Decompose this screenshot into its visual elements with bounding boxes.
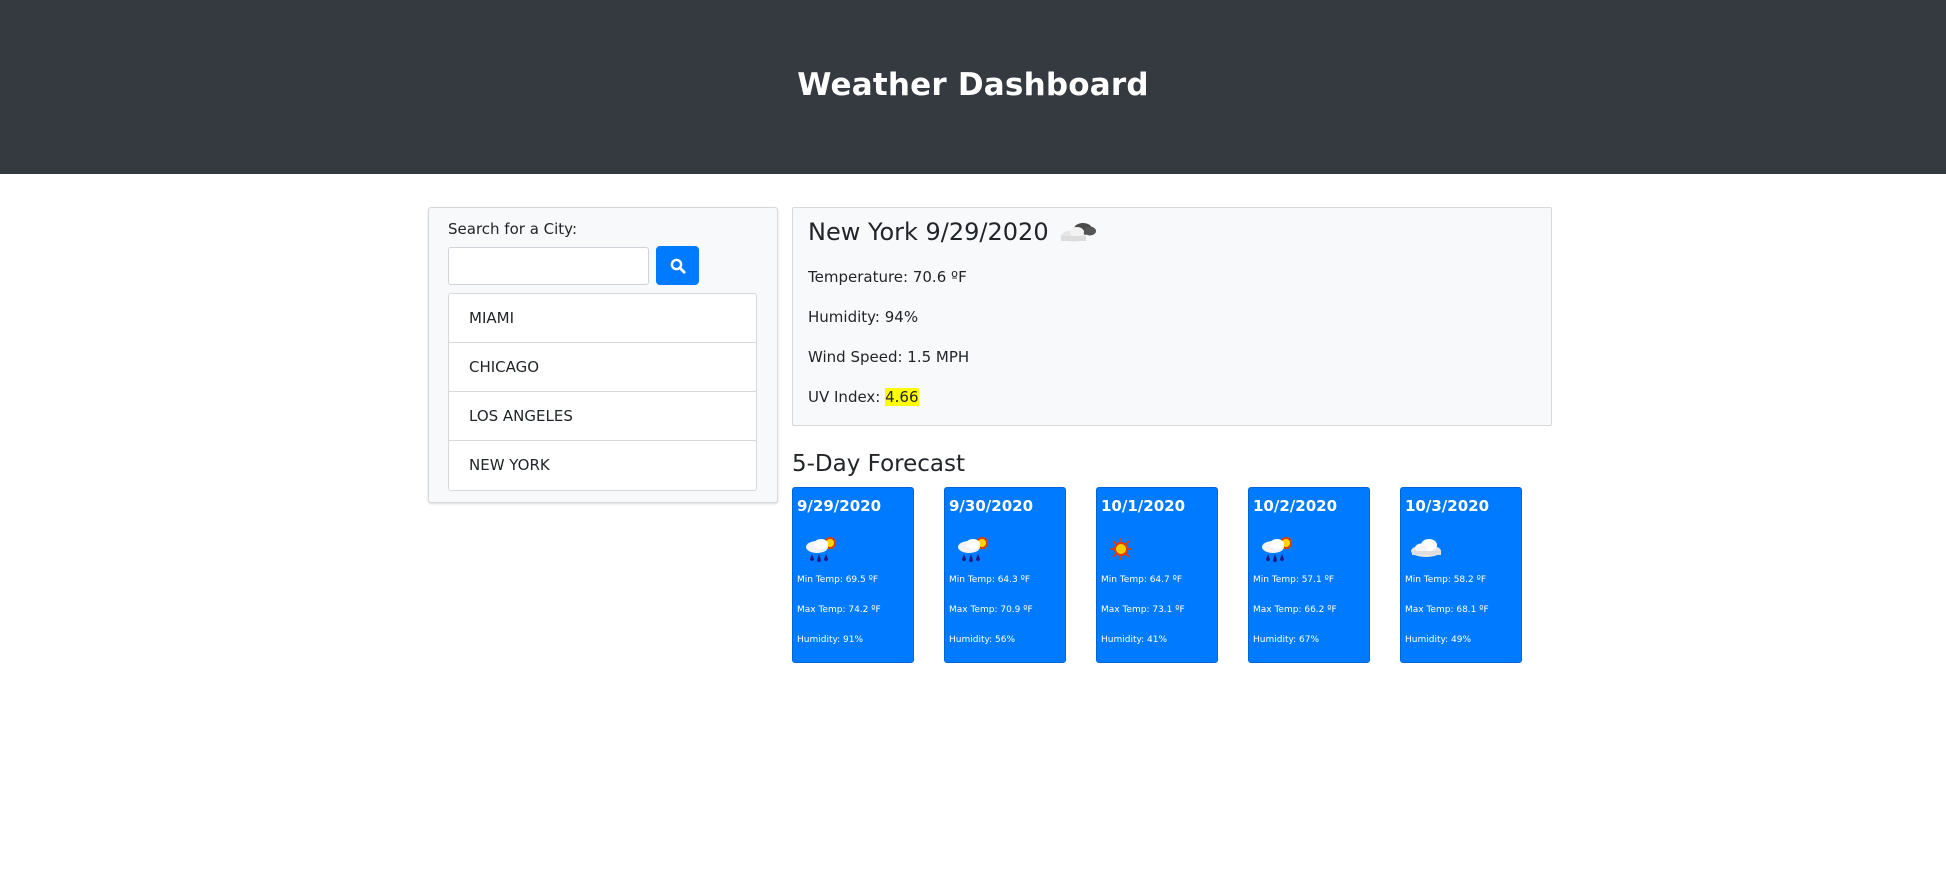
search-input[interactable] — [448, 247, 649, 285]
history-item-los-angeles[interactable]: LOS ANGELES — [449, 392, 756, 441]
forecast-date: 9/30/2020 — [949, 497, 1034, 515]
clouds-icon — [1057, 217, 1101, 247]
forecast-card: 10/1/2020 Min Temp: 64.7 ºF Max Temp: 73… — [1096, 487, 1218, 663]
rain-sun-icon — [801, 532, 841, 566]
page-header: Weather Dashboard — [0, 0, 1946, 174]
search-panel: Search for a City: MIAMI CHICAGO LOS ANG… — [428, 207, 778, 503]
search-label: Search for a City: — [448, 220, 578, 238]
forecast-card: 10/3/2020 Min Temp: 58.2 ºF Max Temp: 68… — [1400, 487, 1522, 663]
search-icon — [670, 258, 686, 274]
current-weather-heading: New York 9/29/2020 — [808, 217, 1101, 247]
forecast-humidity: Humidity: 67% — [1253, 635, 1320, 645]
history-item-new-york[interactable]: NEW YORK — [449, 441, 756, 490]
forecast-min-temp: Min Temp: 58.2 ºF — [1405, 575, 1487, 585]
forecast-max-temp: Max Temp: 68.1 ºF — [1405, 605, 1489, 615]
forecast-card: 10/2/2020 Min Temp: 57.1 ºF Max Temp: 66… — [1248, 487, 1370, 663]
current-uv-index: UV Index: 4.66 — [808, 388, 919, 406]
current-humidity: Humidity: 94% — [808, 308, 919, 326]
history-item-chicago[interactable]: CHICAGO — [449, 343, 756, 392]
forecast-humidity: Humidity: 41% — [1101, 635, 1168, 645]
page-title: Weather Dashboard — [797, 67, 1149, 103]
cloud-icon — [1409, 532, 1449, 566]
forecast-max-temp: Max Temp: 74.2 ºF — [797, 605, 881, 615]
forecast-humidity: Humidity: 56% — [949, 635, 1016, 645]
current-temperature: Temperature: 70.6 ºF — [808, 268, 967, 286]
forecast-card: 9/30/2020 Min Temp: 64.3 ºF Max Temp: 70… — [944, 487, 1066, 663]
forecast-date: 10/1/2020 — [1101, 497, 1186, 515]
uv-label: UV Index: — [808, 388, 886, 406]
rain-sun-icon — [953, 532, 993, 566]
forecast-max-temp: Max Temp: 73.1 ºF — [1101, 605, 1185, 615]
current-weather-panel: New York 9/29/2020 Temperature: 70.6 ºF … — [792, 207, 1552, 426]
forecast-date: 10/3/2020 — [1405, 497, 1490, 515]
search-button[interactable] — [656, 246, 699, 285]
current-wind-speed: Wind Speed: 1.5 MPH — [808, 348, 970, 366]
forecast-min-temp: Min Temp: 64.3 ºF — [949, 575, 1031, 585]
forecast-humidity: Humidity: 49% — [1405, 635, 1472, 645]
forecast-max-temp: Max Temp: 66.2 ºF — [1253, 605, 1337, 615]
forecast-title: 5-Day Forecast — [792, 451, 965, 477]
forecast-min-temp: Min Temp: 64.7 ºF — [1101, 575, 1183, 585]
forecast-max-temp: Max Temp: 70.9 ºF — [949, 605, 1033, 615]
history-item-miami[interactable]: MIAMI — [449, 294, 756, 343]
uv-value-badge: 4.66 — [885, 388, 919, 406]
rain-sun-icon — [1257, 532, 1297, 566]
forecast-date: 9/29/2020 — [797, 497, 882, 515]
forecast-card: 9/29/2020 Min Temp: 69.5 ºF Max Temp: 74… — [792, 487, 914, 663]
sun-icon — [1105, 532, 1145, 566]
current-city-date: New York 9/29/2020 — [808, 218, 1049, 246]
search-history-list: MIAMI CHICAGO LOS ANGELES NEW YORK — [448, 293, 757, 491]
forecast-min-temp: Min Temp: 69.5 ºF — [797, 575, 879, 585]
forecast-humidity: Humidity: 91% — [797, 635, 864, 645]
forecast-date: 10/2/2020 — [1253, 497, 1338, 515]
forecast-min-temp: Min Temp: 57.1 ºF — [1253, 575, 1335, 585]
